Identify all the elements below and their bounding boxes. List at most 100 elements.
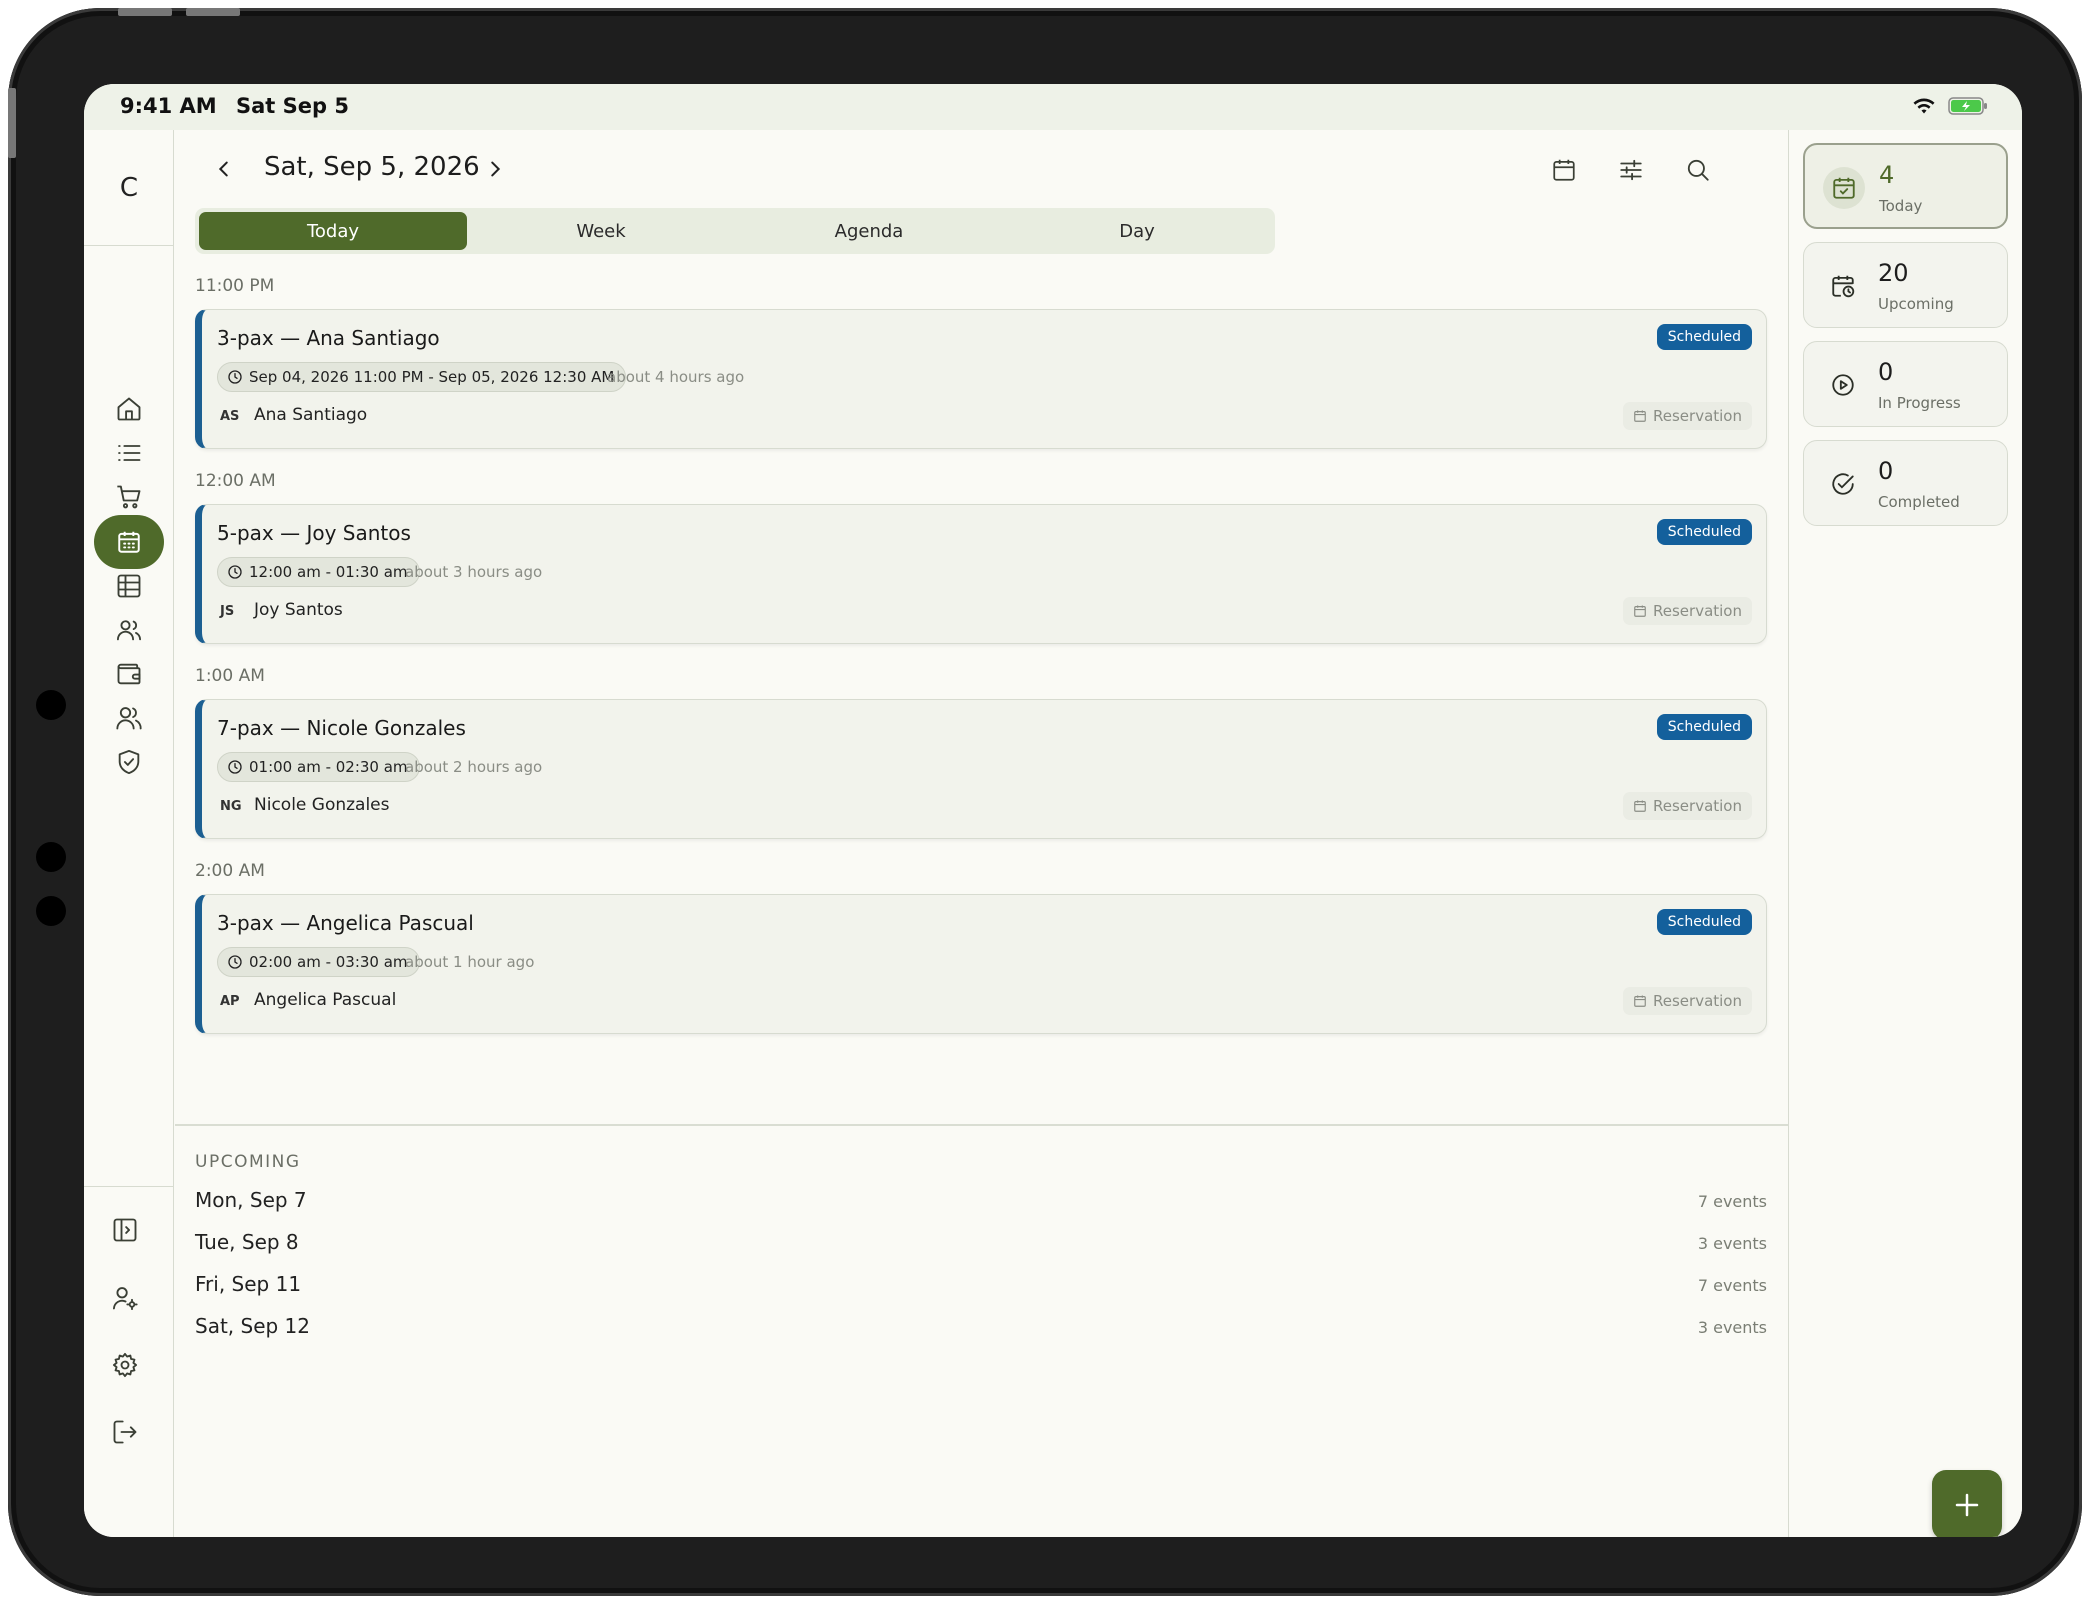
volume-button: [186, 8, 240, 16]
gear-icon: [112, 1352, 138, 1378]
check-circle-icon: [1822, 463, 1864, 505]
collapse-sidebar-button[interactable]: [90, 1203, 160, 1257]
status-bar: 9:41 AM Sat Sep 5: [84, 84, 2022, 130]
event-card[interactable]: 3-pax — Ana Santiago Scheduled Sep 04, 2…: [195, 309, 1767, 449]
event-relative-time: about 3 hours ago: [405, 563, 543, 581]
status-badge: Scheduled: [1656, 909, 1752, 935]
chevron-left-icon: [218, 161, 228, 177]
upcoming-day-row[interactable]: Tue, Sep 8 3 events: [195, 1226, 1767, 1262]
event-type-tag: Reservation: [1623, 402, 1752, 430]
upcoming-date: Tue, Sep 8: [195, 1230, 299, 1254]
upcoming-day-row[interactable]: Sat, Sep 12 3 events: [195, 1310, 1767, 1346]
event-time-range: 02:00 am - 03:30 am: [249, 953, 408, 971]
event-type-label: Reservation: [1653, 602, 1742, 620]
table-icon: [117, 574, 141, 598]
event-card[interactable]: 5-pax — Joy Santos Scheduled 12:00 am - …: [195, 504, 1767, 644]
search-button[interactable]: [1680, 152, 1716, 188]
status-date-text: Sat Sep 5: [236, 94, 349, 118]
upcoming-event-count: 7 events: [1697, 1192, 1767, 1211]
app-logo[interactable]: C: [84, 130, 174, 246]
battery-icon: [1948, 96, 1988, 120]
time-slot-label: 11:00 PM: [195, 276, 275, 296]
play-circle-icon: [1822, 364, 1864, 406]
volume-button: [118, 8, 172, 16]
upcoming-date: Mon, Sep 7: [195, 1188, 307, 1212]
calendar-small-icon: [1634, 800, 1646, 812]
event-type-label: Reservation: [1653, 407, 1742, 425]
event-title: 3-pax — Ana Santiago: [217, 326, 440, 350]
stat-label: Today: [1879, 197, 1923, 215]
tab-day[interactable]: Day: [1003, 212, 1271, 250]
tablet-frame: 9:41 AM Sat Sep 5 C Sat, Sep 5, 2026 Tod…: [8, 8, 2082, 1596]
upcoming-heading: UPCOMING: [195, 1152, 301, 1172]
avatar: AS: [220, 409, 240, 424]
event-time-chip: 12:00 am - 01:30 am: [217, 557, 420, 587]
logout-icon: [113, 1420, 137, 1444]
status-badge: Scheduled: [1656, 324, 1752, 350]
shield-icon: [118, 749, 140, 775]
upcoming-date: Fri, Sep 11: [195, 1272, 302, 1296]
stat-value: 0: [1878, 457, 1894, 485]
add-reservation-button[interactable]: [1932, 1470, 2002, 1537]
status-badge: Scheduled: [1656, 714, 1752, 740]
home-icon: [117, 397, 141, 421]
stat-card-today[interactable]: 4 Today: [1803, 143, 2008, 229]
upcoming-day-row[interactable]: Fri, Sep 11 7 events: [195, 1268, 1767, 1304]
nav-security[interactable]: [94, 735, 164, 789]
filter-button[interactable]: [1613, 152, 1649, 188]
calendar-clock-icon: [1822, 265, 1864, 307]
clock-icon: [228, 565, 242, 579]
settings-button[interactable]: [90, 1338, 160, 1392]
event-time-chip: 01:00 am - 02:30 am: [217, 752, 420, 782]
chevron-right-icon: [491, 161, 501, 177]
event-time-range: 01:00 am - 02:30 am: [249, 758, 408, 776]
user-settings-button[interactable]: [90, 1271, 160, 1325]
event-type-label: Reservation: [1653, 992, 1742, 1010]
upcoming-date: Sat, Sep 12: [195, 1314, 311, 1338]
stat-value: 0: [1878, 358, 1894, 386]
avatar: NG: [220, 799, 242, 814]
stat-card-upcoming[interactable]: 20 Upcoming: [1803, 242, 2008, 328]
event-title: 5-pax — Joy Santos: [217, 521, 411, 545]
event-card[interactable]: 7-pax — Nicole Gonzales Scheduled 01:00 …: [195, 699, 1767, 839]
camera-dot: [36, 690, 66, 720]
camera-dot: [36, 896, 66, 926]
event-type-label: Reservation: [1653, 797, 1742, 815]
upcoming-event-count: 3 events: [1697, 1234, 1767, 1253]
app-screen: 9:41 AM Sat Sep 5 C Sat, Sep 5, 2026 Tod…: [84, 84, 2022, 1537]
tab-agenda[interactable]: Agenda: [735, 212, 1003, 250]
calendar-icon: [1553, 159, 1575, 181]
calendar-icon: [118, 531, 140, 553]
event-relative-time: about 4 hours ago: [607, 368, 745, 386]
next-day-button[interactable]: [480, 154, 510, 184]
clock-icon: [228, 955, 242, 969]
rail-bottom-section: [84, 1186, 174, 1537]
tab-week[interactable]: Week: [467, 212, 735, 250]
view-tabs: Today Week Agenda Day: [195, 208, 1275, 254]
calendar-small-icon: [1634, 605, 1646, 617]
stat-card-completed[interactable]: 0 Completed: [1803, 440, 2008, 526]
clock-icon: [228, 370, 242, 384]
event-type-tag: Reservation: [1623, 987, 1752, 1015]
stats-panel: 4 Today 20 Upcoming 0 In Progress 0 Comp…: [1788, 130, 2022, 1537]
list-icon: [118, 445, 141, 461]
section-divider: [175, 1124, 1788, 1126]
sliders-icon: [1620, 159, 1642, 181]
prev-day-button[interactable]: [209, 154, 239, 184]
event-relative-time: about 2 hours ago: [405, 758, 543, 776]
cart-icon: [117, 485, 141, 509]
tab-today[interactable]: Today: [199, 212, 467, 250]
event-card[interactable]: 3-pax — Angelica Pascual Scheduled 02:00…: [195, 894, 1767, 1034]
stat-card-in-progress[interactable]: 0 In Progress: [1803, 341, 2008, 427]
event-title: 7-pax — Nicole Gonzales: [217, 716, 466, 740]
stat-label: Completed: [1878, 493, 1960, 511]
current-date-title: Sat, Sep 5, 2026: [264, 152, 480, 182]
stat-label: Upcoming: [1878, 295, 1954, 313]
upcoming-day-row[interactable]: Mon, Sep 7 7 events: [195, 1184, 1767, 1220]
date-picker-button[interactable]: [1546, 152, 1582, 188]
user-settings-icon: [112, 1287, 138, 1311]
wallet-icon: [117, 663, 141, 685]
event-title: 3-pax — Angelica Pascual: [217, 911, 474, 935]
clock-icon: [228, 760, 242, 774]
logout-button[interactable]: [90, 1405, 160, 1459]
